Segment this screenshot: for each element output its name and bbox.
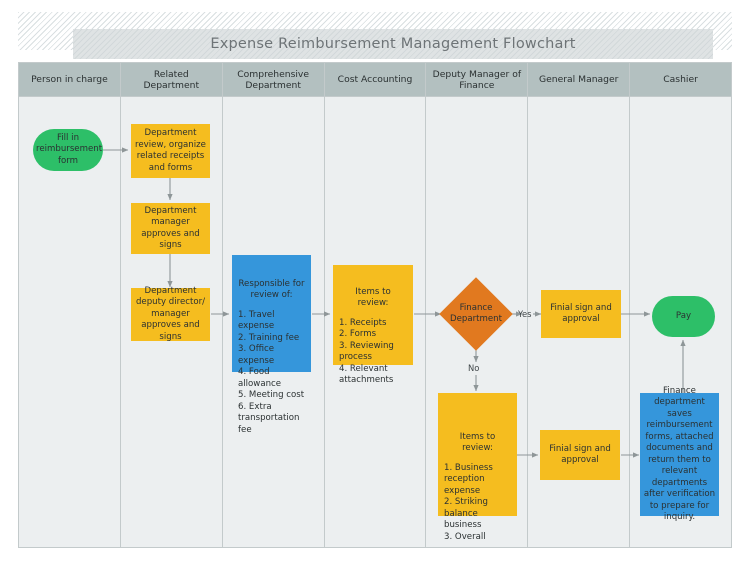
node-label: Finance Department [450, 302, 503, 325]
node-finance-items-to-review[interactable]: Items to review: 1. Business reception ex… [438, 393, 517, 542]
node-final-sign-and-approval-bottom[interactable]: Finial sign and approval [540, 430, 620, 480]
node-department-deputy-director-approves[interactable]: Department deputy director/ manager appr… [131, 285, 210, 342]
node-cost-accounting-items-to-review[interactable]: Items to review: 1. Receipts 2. Forms 3. … [333, 265, 413, 385]
node-label: Finial sign and approval [549, 443, 611, 466]
node-label: Department review, organize related rece… [135, 128, 206, 173]
node-title: Responsible for review of: [238, 278, 305, 301]
node-final-sign-and-approval-top[interactable]: Finial sign and approval [541, 290, 621, 338]
node-title: Items to review: [355, 286, 391, 309]
node-label: Department deputy director/ manager appr… [135, 285, 206, 342]
node-cashier-archive-records[interactable]: Finance department saves reimbursement f… [640, 386, 719, 522]
node-label: Pay [675, 310, 692, 321]
node-label: Finial sign and approval [550, 302, 612, 325]
edge-label-no: No [468, 363, 480, 373]
node-pay[interactable]: Pay [652, 296, 715, 337]
edge-label-yes: Yes [518, 309, 532, 319]
node-label: Department manager approves and signs [141, 205, 200, 251]
node-department-manager-approves[interactable]: Department manager approves and signs [131, 203, 210, 254]
node-list: 1. Business reception expense 2. Strikin… [444, 462, 493, 542]
node-fill-in-reimbursement-form[interactable]: Fill in reimbursement form [33, 129, 103, 171]
node-department-review[interactable]: Department review, organize related rece… [131, 124, 210, 178]
node-label: Finance department saves reimbursement f… [643, 385, 716, 523]
node-comprehensive-responsible-for-review[interactable]: Responsible for review of: 1. Travel expe… [232, 255, 311, 435]
node-title: Items to review: [459, 431, 496, 454]
flowchart-canvas: Expense Reimbursement Management Flowcha… [0, 0, 750, 563]
node-finance-department-decision[interactable]: Finance Department [439, 277, 513, 351]
node-list: 1. Travel expense 2. Training fee 3. Off… [238, 309, 305, 435]
node-label: Fill in reimbursement form [36, 132, 103, 166]
node-list: 1. Receipts 2. Forms 3. Reviewing proces… [339, 317, 394, 386]
